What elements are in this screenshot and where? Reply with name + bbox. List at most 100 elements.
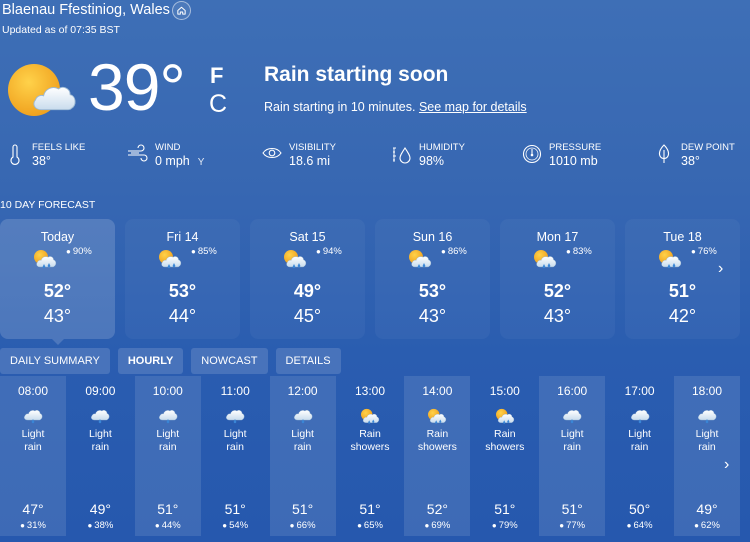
hour-column[interactable]: 10:00 Light rain 51° ● 44% — [134, 376, 201, 536]
hour-precip: ● 64% — [607, 520, 673, 531]
hour-condition: Rain showers — [404, 428, 470, 454]
day-precip-value: 83% — [572, 246, 592, 257]
hour-condition-line: showers — [417, 441, 457, 453]
raindrop-icon: ● — [694, 521, 699, 530]
light-rain-icon — [561, 408, 583, 426]
hour-column[interactable]: 12:00 Light rain 51° ● 66% — [269, 376, 336, 536]
rain-showers-icon — [157, 249, 183, 271]
rain-showers-icon — [359, 408, 381, 426]
stat-label: Visibility — [289, 142, 336, 153]
hour-precip: ● 79% — [472, 520, 538, 531]
stat-label: Dew Point — [681, 142, 735, 153]
day-precip: ● 76% — [691, 246, 717, 257]
hour-precip-value: 54% — [229, 520, 249, 531]
rain-showers-icon — [657, 249, 683, 271]
hour-column[interactable]: 17:00 Light rain 50° ● 64% — [607, 376, 673, 536]
day-precip-value: 90% — [72, 246, 92, 257]
hour-temperature: 51° — [292, 501, 314, 517]
hour-precip: ● 54% — [202, 520, 268, 531]
raindrop-icon: ● — [357, 521, 362, 530]
hour-column[interactable]: 08:00 Light rain 47° ● 31% — [0, 376, 66, 536]
day-card[interactable]: Today ● 90% 52° 43° — [0, 219, 115, 345]
day-name: Mon 17 — [536, 230, 579, 244]
forecast-title: 10 Day Forecast — [0, 199, 96, 211]
stat-label: Feels Like — [32, 142, 86, 153]
hour-column[interactable]: 13:00 Rain showers 51° ● 65% — [337, 376, 403, 536]
hour-temperature: 51° — [494, 501, 516, 517]
day-card[interactable]: Mon 17 ● 83% 52° 43° — [500, 219, 615, 339]
hour-column[interactable]: 16:00 Light rain 51° ● 77% — [539, 376, 606, 536]
hour-column[interactable]: 18:00 Light rain 49° ● 62% — [674, 376, 740, 536]
raindrop-icon: ● — [559, 521, 565, 530]
hour-condition-line: rain — [698, 441, 716, 453]
hour-temperature: 51° — [359, 501, 381, 517]
chevron-right-icon[interactable]: › — [724, 456, 729, 474]
tab-hourly[interactable]: Hourly — [117, 348, 184, 374]
hour-precip-value: 31% — [26, 520, 46, 531]
stat-value: 98% — [419, 154, 445, 168]
day-low: 43° — [418, 306, 447, 326]
hour-condition-line: rain — [226, 441, 244, 453]
light-rain-icon — [157, 408, 179, 426]
home-button[interactable] — [172, 1, 191, 20]
hour-condition: Light rain — [674, 428, 740, 454]
hour-column[interactable]: 11:00 Light rain 51° ● 54% — [202, 376, 268, 536]
daily-forecast-list: Today ● 90% 52° 43° Fri 14 ● 85% 53° 44° S… — [0, 219, 750, 345]
day-name: Tue 18 — [663, 230, 702, 244]
unit-fahrenheit-toggle[interactable]: F — [210, 63, 223, 89]
day-card[interactable]: Tue 18 ● 76% 51° 42° — [625, 219, 740, 339]
day-high: 51° — [668, 281, 697, 301]
stat-value: 38° — [32, 154, 51, 168]
hour-time: 08:00 — [17, 384, 49, 398]
day-low: 42° — [668, 306, 697, 326]
hour-column[interactable]: 14:00 Rain showers 52° ● 69% — [404, 376, 471, 536]
hour-precip-value: 79% — [498, 520, 518, 531]
day-high: 49° — [293, 281, 322, 301]
tab-daily-summary[interactable]: Daily Summary — [0, 348, 110, 374]
day-card[interactable]: Sat 15 ● 94% 49° 45° — [250, 219, 365, 339]
light-rain-icon — [89, 408, 111, 426]
day-precip: ● 90% — [66, 246, 92, 257]
raindrop-icon: ● — [424, 521, 430, 530]
updated-timestamp: Updated as of 07:35 BST — [2, 24, 120, 36]
hour-time: 15:00 — [489, 384, 520, 398]
day-precip: ● 83% — [566, 246, 592, 257]
day-card[interactable]: Sun 16 ● 86% 53° 43° — [375, 219, 490, 339]
gauge-icon — [521, 144, 543, 168]
chevron-right-icon[interactable]: › — [718, 260, 723, 278]
hour-precip-value: 69% — [431, 520, 451, 531]
hour-condition: Light rain — [202, 428, 268, 454]
raindrop-icon: ● — [316, 247, 321, 256]
stat-label: Pressure — [549, 142, 602, 153]
hour-condition-line: rain — [159, 441, 177, 453]
hour-precip: ● 38% — [67, 520, 133, 531]
rain-showers-icon — [494, 408, 516, 426]
hour-temperature: 51° — [157, 501, 179, 517]
raindrop-icon: ● — [222, 521, 228, 530]
tab-nowcast[interactable]: Nowcast — [191, 348, 268, 374]
unit-celsius-toggle[interactable]: C — [209, 90, 227, 119]
hour-column[interactable]: 09:00 Light rain 49° ● 38% — [67, 376, 133, 536]
hour-time: 18:00 — [691, 384, 723, 398]
hour-condition-line: Light — [560, 428, 584, 440]
day-low: 43° — [543, 306, 572, 326]
day-name: Fri 14 — [166, 230, 199, 244]
day-card[interactable]: Fri 14 ● 85% 53° 44° — [125, 219, 240, 339]
hour-condition-line: Light — [156, 428, 180, 440]
partly-cloudy-icon — [8, 64, 76, 116]
see-map-link[interactable]: See map for details — [419, 100, 527, 114]
raindrop-icon: ● — [87, 521, 93, 530]
hour-condition: Light rain — [0, 428, 66, 454]
rain-showers-icon — [282, 249, 308, 271]
stat-dew-point: Dew Point 38° — [653, 142, 735, 169]
hour-condition: Light rain — [607, 428, 673, 454]
hour-condition-line: rain — [630, 441, 649, 453]
hour-temperature: 51° — [561, 501, 583, 517]
hour-condition-line: Light — [21, 428, 45, 440]
raindrop-icon: ● — [626, 521, 632, 530]
hour-time: 09:00 — [85, 384, 116, 398]
tab-details[interactable]: Details — [275, 348, 341, 374]
stat-label: Humidity — [419, 142, 465, 153]
hour-column[interactable]: 15:00 Rain showers 51° ● 79% — [472, 376, 538, 536]
day-precip: ● 86% — [441, 246, 467, 257]
